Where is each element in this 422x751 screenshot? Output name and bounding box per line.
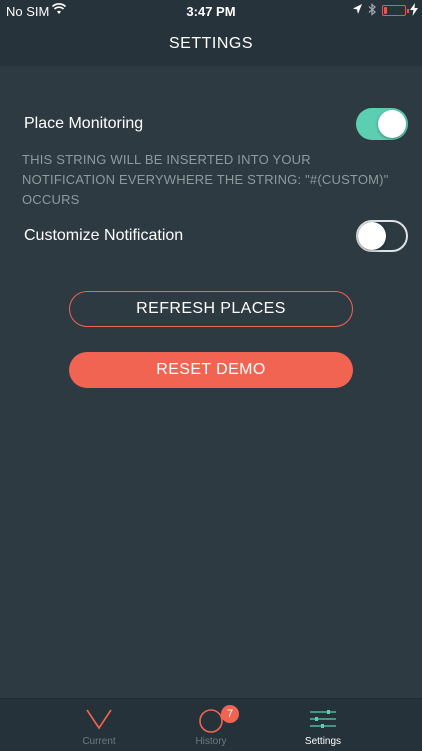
page-title: SETTINGS [168,35,253,52]
battery-nub [407,9,409,13]
status-bar: No SIM 3:47 PM [0,0,422,22]
place-monitoring-label: Place Monitoring [24,115,144,132]
tab-label: History [195,736,227,747]
location-arrow-icon [352,3,363,18]
history-badge: 7 [221,705,239,723]
tab-history[interactable]: History [161,699,261,751]
top-bar: No SIM 3:47 PM SETTINGS [0,0,422,66]
customize-notification-label: Customize Notification [24,227,184,244]
tab-settings[interactable]: Settings [273,699,373,751]
tab-label: Current [82,736,116,747]
tab-label: Settings [304,736,342,747]
customize-notification-toggle[interactable] [356,220,408,252]
toggle-knob [358,222,386,250]
refresh-places-button[interactable]: REFRESH PLACES [69,291,353,327]
sliders-icon [273,707,373,733]
tab-bar: Current History 7 Settings [0,698,422,751]
battery-icon [382,5,409,16]
charging-icon [410,3,418,19]
history-icon [161,707,261,733]
place-monitoring-toggle[interactable] [356,108,408,140]
custom-string-description: THIS STRING WILL BE INSERTED INTO YOUR N… [22,152,389,207]
battery-level [384,7,387,14]
toggle-knob [378,110,406,138]
reset-demo-button[interactable]: RESET DEMO [69,352,353,388]
tab-current[interactable]: Current [49,699,149,751]
bluetooth-icon [368,3,376,19]
chevron-down-icon [49,707,149,733]
